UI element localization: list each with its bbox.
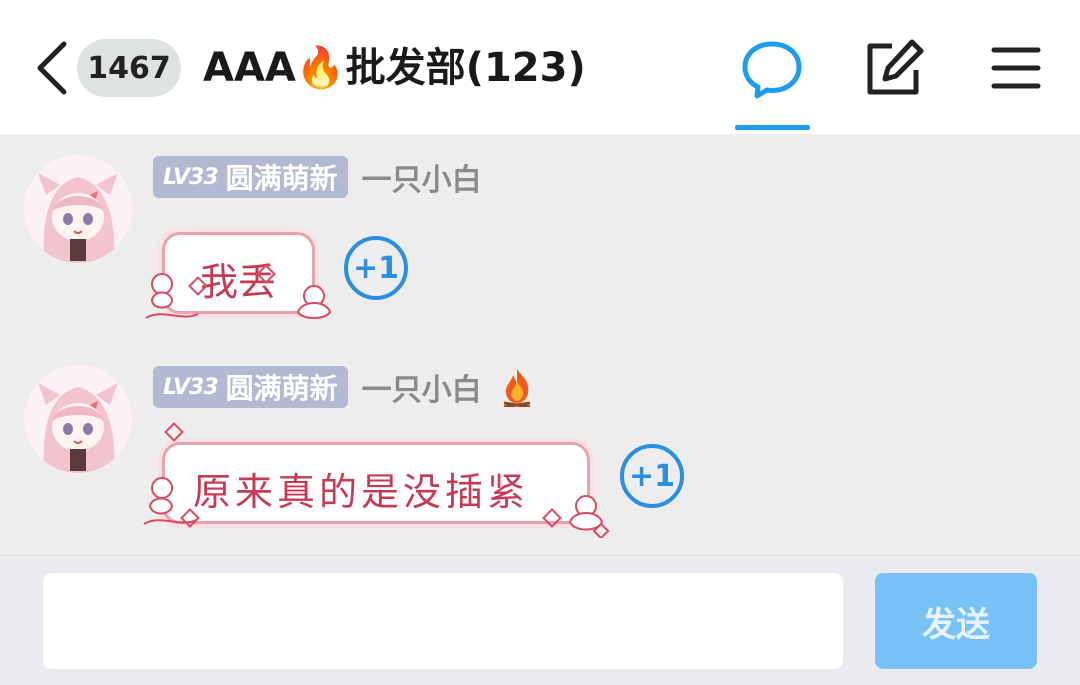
plus-one-button[interactable]: +1 (620, 444, 684, 508)
send-button[interactable]: 发送 (875, 573, 1037, 669)
menu-button[interactable] (985, 36, 1051, 102)
sender-meta: LV33 圆满萌新 一只小白 (153, 366, 534, 408)
campfire-icon (503, 369, 530, 407)
sender-nickname[interactable]: 一只小白 (362, 365, 482, 409)
chat-header: 1467 AAA🔥批发部(123) (0, 0, 1080, 134)
sender-nickname[interactable]: 一只小白 (362, 155, 482, 199)
bubble-decoration-icon (145, 264, 332, 319)
level-badge: LV33 圆满萌新 (153, 366, 348, 408)
menu-icon (991, 47, 1041, 89)
edit-icon (867, 39, 924, 95)
back-chevron-icon (37, 41, 67, 95)
level-text: LV33 (163, 374, 219, 400)
chat-bubble-icon (742, 41, 802, 99)
rank-text: 圆满萌新 (225, 162, 338, 195)
composer-bar: 发送 (0, 555, 1080, 685)
avatar[interactable] (24, 155, 132, 263)
plus-one-button[interactable]: +1 (344, 236, 408, 300)
anime-girl-avatar-icon (24, 365, 132, 473)
avatar[interactable] (24, 365, 132, 473)
rank-text: 圆满萌新 (225, 372, 338, 405)
message-input[interactable] (43, 573, 843, 669)
unread-count-badge[interactable]: 1467 (77, 39, 181, 97)
bubble-decoration-icon (143, 422, 610, 538)
group-title: AAA🔥批发部(123) (203, 45, 586, 91)
anime-girl-avatar-icon (24, 155, 132, 263)
sender-meta: LV33 圆满萌新 一只小白 (153, 156, 482, 198)
level-badge: LV33 圆满萌新 (153, 156, 348, 198)
back-button[interactable] (30, 38, 74, 98)
chat-tab[interactable] (739, 36, 805, 102)
edit-button[interactable] (862, 36, 928, 102)
active-tab-indicator (735, 125, 810, 130)
level-text: LV33 (163, 164, 219, 190)
